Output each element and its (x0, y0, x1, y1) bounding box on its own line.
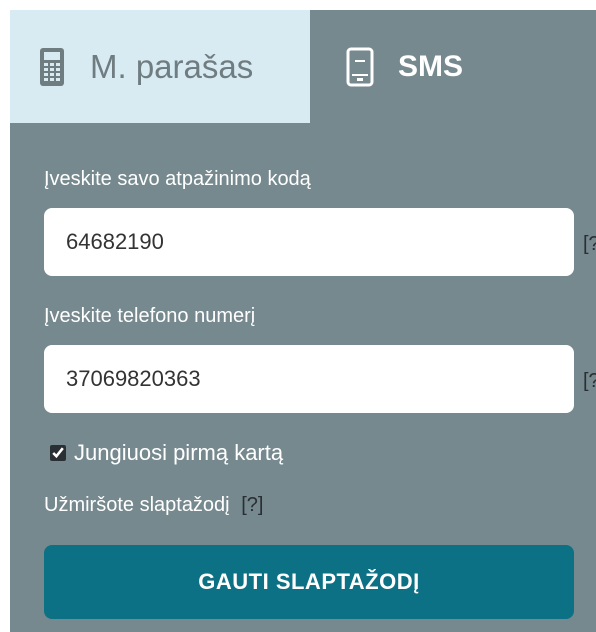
tab-mobile-signature[interactable]: M. parašas (10, 10, 310, 123)
login-panel: M. parašas SMS Įveskite savo atpažinimo … (10, 10, 596, 632)
tab-sms-label: SMS (398, 49, 464, 83)
phone-number-input[interactable] (44, 345, 574, 413)
forgot-password: Užmiršote slaptažodį [?] (44, 494, 263, 517)
forgot-password-link[interactable]: Užmiršote slaptažodį (44, 494, 230, 516)
personal-code-help[interactable]: [?] (583, 233, 596, 256)
first-time-label: Jungiuosi pirmą kartą (74, 440, 284, 465)
get-password-button[interactable]: GAUTI SLAPTAŽODĮ (44, 545, 574, 619)
first-time-checkbox[interactable] (50, 445, 66, 461)
auth-method-tabs: M. parašas SMS (10, 10, 596, 123)
tab-mobile-signature-label: M. parašas (90, 47, 254, 85)
first-time-option[interactable]: Jungiuosi pirmą kartą (50, 440, 283, 466)
tab-sms[interactable]: SMS (310, 10, 596, 123)
phone-number-label: Įveskite telefono numerį (44, 305, 256, 327)
phone-number-help[interactable]: [?] (583, 370, 596, 393)
personal-code-label: Įveskite savo atpažinimo kodą (44, 168, 311, 190)
forgot-password-help[interactable]: [?] (241, 494, 263, 516)
mobile-keypad-icon (36, 47, 68, 87)
personal-code-input[interactable] (44, 208, 574, 276)
phone-icon (344, 47, 376, 87)
